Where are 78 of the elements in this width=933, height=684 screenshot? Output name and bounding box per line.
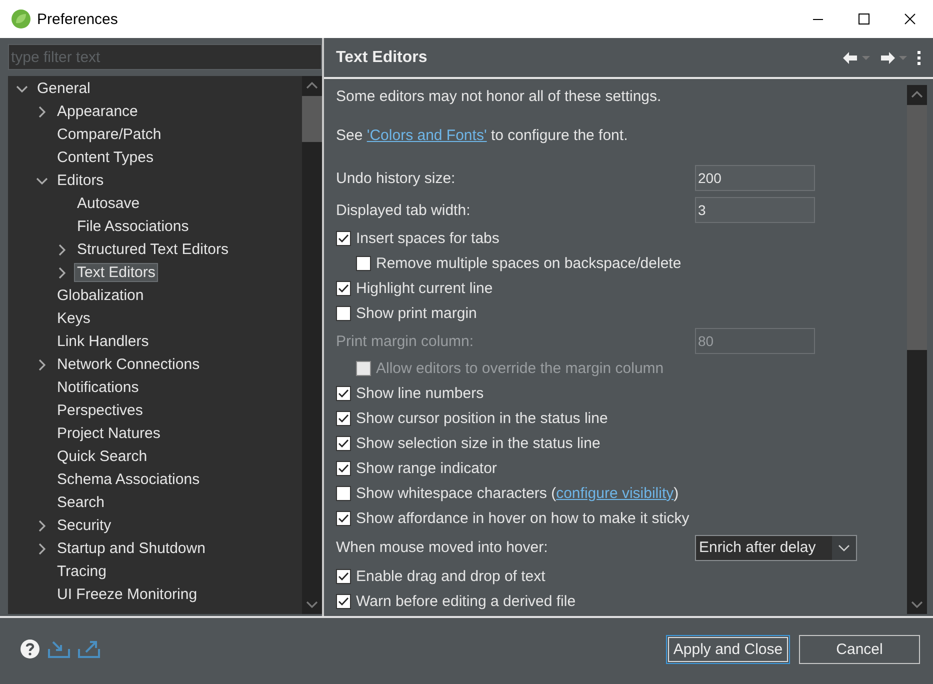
tree-item[interactable]: File Associations [74,217,192,236]
scroll-thumb[interactable] [907,105,927,350]
checkbox[interactable] [336,486,351,501]
tree-item[interactable]: UI Freeze Monitoring [54,585,200,604]
menu-icon[interactable] [917,50,921,64]
chevron-right-icon[interactable] [36,520,48,532]
number-field[interactable]: 200 [695,165,815,191]
tree-item[interactable]: Perspectives [54,401,146,420]
checkbox-label[interactable]: Show cursor position in the status line [356,410,608,427]
close-icon[interactable] [904,13,916,25]
window-title: Preferences [37,10,119,28]
checkbox[interactable] [336,461,351,476]
tree-item[interactable]: Link Handlers [54,332,152,351]
checkbox[interactable] [356,256,371,271]
checkbox-label[interactable]: Remove multiple spaces on backspace/delete [376,255,682,272]
checkbox-label[interactable]: Show range indicator [356,460,497,477]
field-label: When mouse moved into hover: [336,539,549,556]
info-text: See 'Colors and Fonts' to configure the font. [336,126,629,146]
checkbox[interactable] [336,594,351,609]
checkbox-label[interactable]: Show whitespace characters (configure visibility) [356,485,679,502]
checkbox-label[interactable]: Show affordance in hover on how to make it sticky [356,510,690,527]
chevron-down-icon [838,544,850,552]
apply-and-close-button[interactable]: Apply and Close [666,634,790,664]
checkbox[interactable] [336,411,351,426]
checkbox[interactable] [336,231,351,246]
checkbox-label[interactable]: Highlight current line [356,280,493,297]
tree-item[interactable]: Editors [54,171,107,190]
tree-item[interactable]: Tracing [54,562,110,581]
chevron-right-icon[interactable] [56,244,68,256]
hover-dropdown[interactable]: Enrich after delay [695,534,857,560]
tree-item[interactable]: Network Connections [54,355,203,374]
checkbox[interactable] [336,436,351,451]
checkbox-label[interactable]: Show selection size in the status line [356,435,600,452]
info-text: Some editors may not honor all of these settings. [336,86,662,106]
tree-item[interactable]: Appearance [54,102,141,121]
tree-item[interactable]: Text Editors [74,263,158,282]
checkbox-label[interactable]: Insert spaces for tabs [356,230,500,247]
forward-arrow-icon[interactable] [880,52,895,64]
tree-item[interactable]: Structured Text Editors [74,240,232,259]
checkbox-label[interactable]: Show print margin [356,305,477,322]
checkbox[interactable] [336,281,351,296]
tree-item[interactable]: Search [54,493,108,512]
checkbox-label[interactable]: Warn before editing a derived file [356,593,576,610]
chevron-right-icon[interactable] [36,106,48,118]
tree-item[interactable]: Content Types [54,148,156,167]
tree-item[interactable]: Keys [54,309,94,328]
scrollbar[interactable] [302,76,322,614]
field-label: Print margin column: [336,332,475,350]
tree-item[interactable]: Schema Associations [54,470,203,489]
tree-item[interactable]: Project Natures [54,424,164,443]
help-icon[interactable] [20,639,40,659]
chevron-right-icon[interactable] [56,266,68,278]
field-label: Displayed tab width: [336,202,472,218]
tree-item[interactable]: Compare/Patch [54,125,164,144]
checkbox[interactable] [336,306,351,321]
chevron-right-icon[interactable] [36,542,48,554]
back-arrow-icon[interactable] [843,52,858,64]
maximize-icon[interactable] [858,13,870,25]
field-label: Undo history size: [336,170,456,186]
tree-item[interactable]: Autosave [74,194,143,213]
checkbox-label[interactable]: Show line numbers [356,385,484,402]
scroll-thumb[interactable] [302,96,322,142]
cancel-button[interactable]: Cancel [799,634,920,664]
scrollbar[interactable] [907,85,927,614]
checkbox-label[interactable]: Enable drag and drop of text [356,568,546,585]
checkbox[interactable] [336,386,351,401]
checkbox[interactable] [336,511,351,526]
tree-item[interactable]: Security [54,516,114,535]
checkbox[interactable] [336,569,351,584]
tree-item[interactable]: Quick Search [54,447,150,466]
page-title: Text Editors [336,48,428,66]
leaf-logo-icon [11,9,31,29]
number-field[interactable]: 3 [695,197,815,223]
tree-item[interactable]: Notifications [54,378,142,397]
tree-item[interactable]: Globalization [54,286,147,305]
tree-item[interactable]: Startup and Shutdown [54,539,208,558]
tree-item[interactable]: General [34,79,94,98]
chevron-right-icon[interactable] [36,358,48,370]
